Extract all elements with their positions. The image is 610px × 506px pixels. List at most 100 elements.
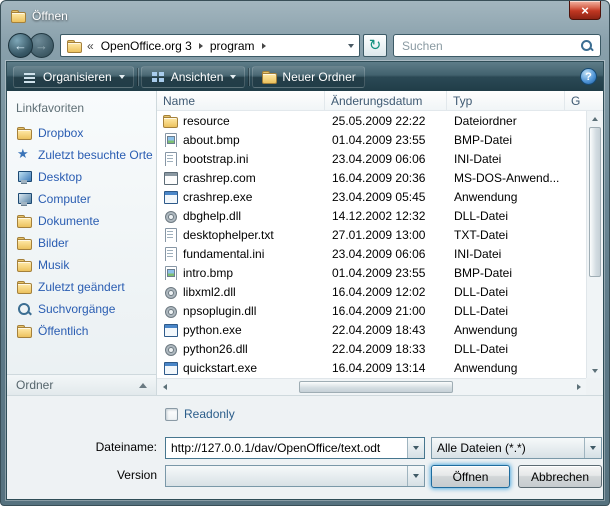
table-row[interactable]: python.exe 22.04.2009 18:43 Anwendung [157, 320, 586, 339]
table-row[interactable]: python26.dll 22.04.2009 18:33 DLL-Datei [157, 339, 586, 358]
breadcrumb-item[interactable]: OpenOffice.org 3 [99, 39, 194, 53]
table-row[interactable]: dbghelp.dll 14.12.2002 12:32 DLL-Datei [157, 206, 586, 225]
file-rows: resource 25.05.2009 22:22 Dateiordner ab… [157, 111, 586, 378]
horizontal-scroll-thumb[interactable] [299, 381, 453, 393]
filetype-combobox[interactable]: Alle Dateien (*.*) [431, 437, 602, 459]
help-button[interactable]: ? [580, 68, 597, 85]
chevron-up-icon [139, 383, 147, 388]
ini-file-icon [162, 247, 178, 261]
help-icon: ? [585, 71, 592, 83]
app-icon [162, 323, 178, 337]
window-title: Öffnen [32, 9, 68, 23]
column-header-size[interactable]: G [565, 91, 603, 110]
scroll-down-icon[interactable] [587, 363, 603, 378]
vertical-scroll-thumb[interactable] [589, 127, 601, 277]
table-row[interactable]: about.bmp 01.04.2009 23:55 BMP-Datei [157, 130, 586, 149]
file-name: python26.dll [183, 342, 248, 356]
cancel-button[interactable]: Abbrechen [518, 465, 602, 488]
sidebar-item-dropbox[interactable]: Dropbox [7, 122, 156, 144]
filetype-dropdown-button[interactable] [584, 438, 601, 458]
file-type: Anwendung [447, 361, 565, 375]
sidebar-item-pictures[interactable]: Bilder [7, 232, 156, 254]
sidebar-item-computer[interactable]: Computer [7, 188, 156, 210]
folder-icon [16, 126, 32, 140]
scroll-left-icon[interactable] [157, 379, 172, 395]
chevron-right-icon[interactable] [262, 43, 266, 49]
table-row[interactable]: fundamental.ini 23.04.2009 06:06 INI-Dat… [157, 244, 586, 263]
table-row[interactable]: intro.bmp 01.04.2009 23:55 BMP-Datei [157, 263, 586, 282]
favorites-sidebar: Linkfavoriten Dropbox Zuletzt besuchte O… [7, 91, 157, 395]
sidebar-item-recent-places[interactable]: Zuletzt besuchte Orte [7, 144, 156, 166]
close-button[interactable]: × [569, 1, 601, 20]
table-row[interactable]: resource 25.05.2009 22:22 Dateiordner [157, 111, 586, 130]
new-folder-button[interactable]: Neuer Ordner [252, 66, 364, 88]
readonly-row: Readonly [165, 407, 235, 421]
search-input[interactable] [400, 38, 580, 54]
file-date: 14.12.2002 12:32 [325, 209, 447, 223]
dialog-footer: Readonly Dateiname: Alle Dateien (*.*) V… [7, 395, 603, 499]
views-button[interactable]: Ansichten [141, 66, 246, 88]
scroll-up-icon[interactable] [587, 111, 603, 126]
breadcrumb[interactable]: « OpenOffice.org 3 program [60, 34, 360, 57]
image-file-icon [162, 266, 178, 280]
title-bar: Öffnen × [1, 1, 609, 30]
column-header-name[interactable]: Name [157, 91, 325, 110]
chevron-right-icon[interactable] [199, 43, 203, 49]
sidebar-item-recently-changed[interactable]: Zuletzt geändert [7, 276, 156, 298]
refresh-button[interactable]: ↻ [363, 34, 387, 57]
sidebar-item-desktop[interactable]: Desktop [7, 166, 156, 188]
vertical-scrollbar[interactable] [586, 111, 603, 378]
file-type: TXT-Datei [447, 228, 565, 242]
table-row[interactable]: quickstart.exe 16.04.2009 13:14 Anwendun… [157, 358, 586, 377]
file-type: MS-DOS-Anwend... [447, 171, 565, 185]
filename-dropdown-button[interactable] [407, 438, 424, 458]
file-type: BMP-Datei [447, 266, 565, 280]
ini-file-icon [162, 152, 178, 166]
folders-band-label: Ordner [16, 378, 53, 392]
version-value [166, 466, 407, 486]
readonly-checkbox[interactable] [165, 408, 178, 421]
sidebar-item-documents[interactable]: Dokumente [7, 210, 156, 232]
version-label: Version [7, 468, 157, 482]
table-row[interactable]: crashrep.exe 23.04.2009 05:45 Anwendung [157, 187, 586, 206]
file-name: about.bmp [183, 133, 240, 147]
column-header-type[interactable]: Typ [447, 91, 565, 110]
filename-combobox[interactable] [165, 437, 425, 459]
open-button[interactable]: Öffnen [431, 465, 510, 488]
sidebar-item-public[interactable]: Öffentlich [7, 320, 156, 342]
breadcrumb-dropdown-icon[interactable] [348, 44, 354, 48]
column-header-date[interactable]: Änderungsdatum [325, 91, 447, 110]
table-row[interactable]: desktophelper.txt 27.01.2009 13:00 TXT-D… [157, 225, 586, 244]
organize-button[interactable]: Organisieren [13, 66, 134, 88]
file-type: INI-Datei [447, 247, 565, 261]
table-row[interactable]: bootstrap.ini 23.04.2009 06:06 INI-Datei [157, 149, 586, 168]
file-name: npsoplugin.dll [183, 304, 256, 318]
table-row[interactable]: libxml2.dll 16.04.2009 12:02 DLL-Datei [157, 282, 586, 301]
folders-band[interactable]: Ordner [7, 374, 156, 395]
filename-input[interactable] [166, 438, 407, 458]
documents-folder-icon [16, 214, 32, 228]
sidebar-item-label: Zuletzt besuchte Orte [38, 148, 153, 162]
horizontal-scrollbar[interactable] [157, 378, 586, 395]
file-date: 16.04.2009 13:14 [325, 361, 447, 375]
file-date: 23.04.2009 05:45 [325, 190, 447, 204]
sidebar-item-label: Dokumente [38, 214, 99, 228]
readonly-label[interactable]: Readonly [184, 407, 235, 421]
search-box[interactable] [393, 34, 601, 57]
folder-icon [66, 39, 82, 53]
table-row[interactable]: npsoplugin.dll 16.04.2009 21:00 DLL-Date… [157, 301, 586, 320]
breadcrumb-item[interactable]: program [208, 39, 257, 53]
file-date: 16.04.2009 20:36 [325, 171, 447, 185]
version-combobox[interactable] [165, 465, 425, 487]
search-icon[interactable] [580, 39, 594, 53]
back-button[interactable]: ← [8, 33, 33, 58]
breadcrumb-overflow[interactable]: « [87, 39, 94, 53]
new-folder-label: Neuer Ordner [282, 70, 355, 84]
scroll-right-icon[interactable] [571, 379, 586, 395]
searches-icon [16, 302, 32, 316]
main-area: Linkfavoriten Dropbox Zuletzt besuchte O… [7, 91, 603, 395]
sidebar-item-searches[interactable]: Suchvorgänge [7, 298, 156, 320]
table-row[interactable]: crashrep.com 16.04.2009 20:36 MS-DOS-Anw… [157, 168, 586, 187]
sidebar-item-music[interactable]: Musik [7, 254, 156, 276]
version-dropdown-button[interactable] [407, 466, 424, 486]
